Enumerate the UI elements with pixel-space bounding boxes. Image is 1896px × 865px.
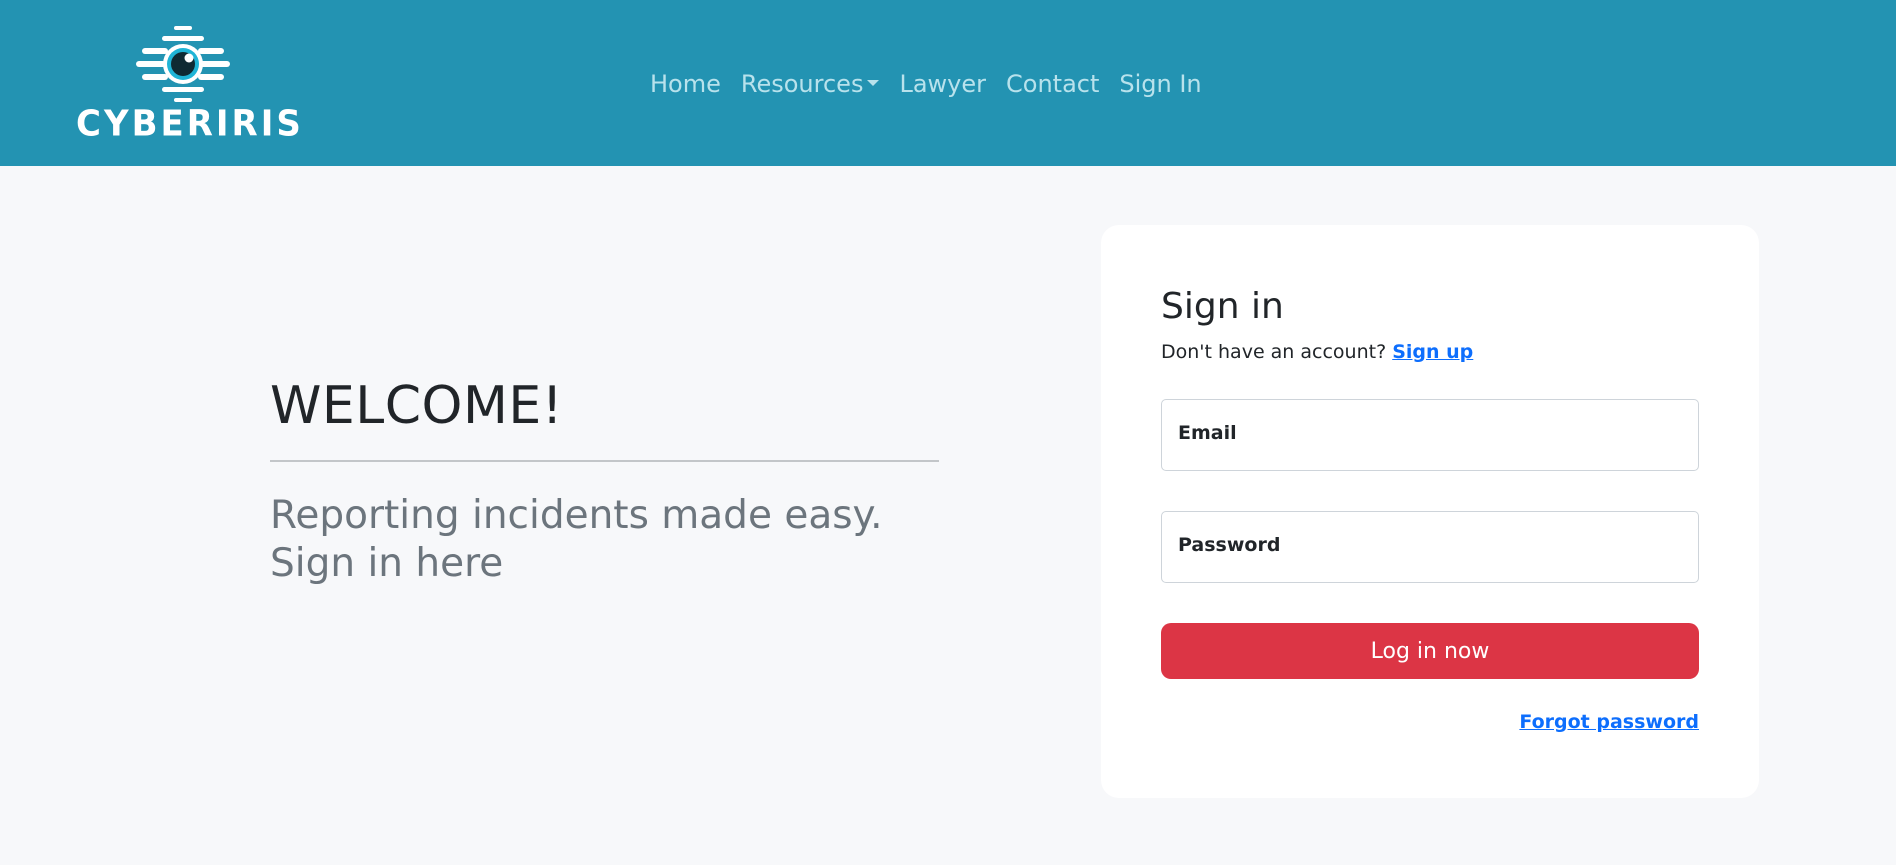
nav-resources-dropdown[interactable]: Resources [731,70,890,98]
login-button[interactable]: Log in now [1161,623,1699,679]
welcome-lead: Reporting incidents made easy. Sign in h… [270,492,940,588]
forgot-row: Forgot password [1161,711,1699,733]
top-navbar: CYBERIRIS Home Resources Lawyer Contact … [0,0,1896,166]
nav-resources-label: Resources [740,70,864,98]
brand-logo-link[interactable]: CYBERIRIS [76,26,304,146]
password-field[interactable]: Password [1161,511,1699,583]
signup-prompt: Don't have an account? Sign up [1161,339,1699,365]
welcome-section: WELCOME! Reporting incidents made easy. … [270,376,940,588]
main-nav: Home Resources Lawyer Contact Sign In [650,64,1212,104]
welcome-divider [270,460,939,462]
no-account-text: Don't have an account? [1161,341,1387,363]
nav-home[interactable]: Home [650,70,731,98]
welcome-lead-line-1: Reporting incidents made easy. [270,493,883,538]
signin-card: Sign in Don't have an account? Sign up E… [1101,225,1759,798]
welcome-title: WELCOME! [270,376,564,436]
nav-contact[interactable]: Contact [996,70,1109,98]
email-input[interactable] [1162,400,1698,470]
password-input[interactable] [1162,512,1698,582]
nav-sign-in[interactable]: Sign In [1109,70,1211,98]
brand-name: CYBERIRIS [76,103,304,145]
forgot-password-link[interactable]: Forgot password [1519,711,1699,733]
email-field[interactable]: Email [1161,399,1699,471]
signup-link[interactable]: Sign up [1392,341,1473,363]
welcome-lead-line-2: Sign in here [270,541,504,586]
chevron-down-icon [867,80,880,86]
eye-icon [136,26,230,102]
signin-title: Sign in [1161,286,1284,327]
nav-lawyer[interactable]: Lawyer [889,70,996,98]
signin-form: Sign in Don't have an account? Sign up E… [1161,285,1699,733]
